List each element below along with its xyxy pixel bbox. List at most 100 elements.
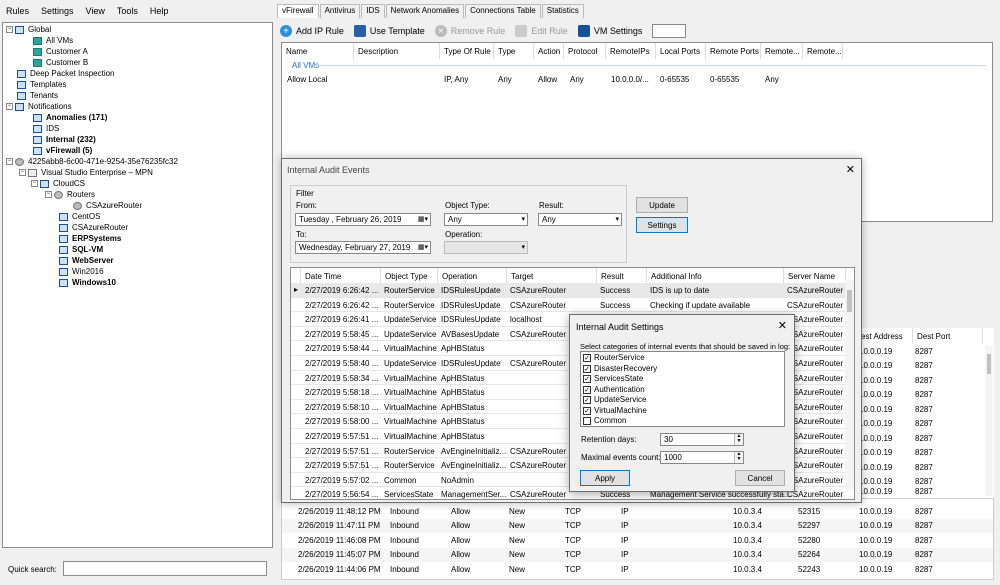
calendar-icon[interactable]: ▦▾ (418, 243, 428, 251)
object-type-select[interactable]: Any ▾ (444, 213, 528, 226)
checkbox[interactable]: ✓ (583, 406, 591, 415)
result-select[interactable]: Any ▾ (538, 213, 622, 226)
update-button[interactable]: Update (636, 197, 688, 213)
operation-select[interactable]: ▾ (444, 241, 528, 254)
scrollbar-thumb[interactable] (987, 354, 991, 374)
tab-ids[interactable]: IDS (361, 4, 385, 18)
table-row[interactable]: 2/27/2019 6:26:42 ... RouterService IDSRul… (291, 298, 846, 313)
table-row[interactable]: Allow Local IP, Any Any Allow Any 10.0.0… (282, 72, 992, 87)
tree-item-routers[interactable]: − Routers (45, 189, 95, 200)
from-date-picker[interactable]: Tuesday , February 26, 2019 ▦▾ (295, 213, 431, 226)
column-header[interactable]: Remote Ports (706, 43, 761, 59)
checkbox[interactable]: ✓ (583, 375, 591, 383)
table-row[interactable]: 2/26/2019 11:47:11 PM Inbound Allow New TCP I… (282, 518, 993, 533)
tree-item-vm[interactable]: Windows10 (59, 277, 116, 288)
cancel-button[interactable]: Cancel (735, 470, 785, 486)
tree-item-vm[interactable]: ERPSystems (59, 233, 121, 244)
menu-rules[interactable]: Rules (0, 6, 35, 16)
table-row[interactable]: 10.0.0.19 8287 (857, 388, 994, 403)
table-row[interactable]: 2/26/2019 11:48:12 PM Inbound Allow New TCP I… (282, 504, 993, 519)
tab-vfirewall[interactable]: vFirewall (277, 4, 319, 18)
column-header[interactable]: Type (494, 43, 534, 59)
tree-item-customer-a[interactable]: Customer A (33, 46, 88, 57)
collapse-icon[interactable]: − (6, 26, 13, 33)
tree-item-customer-b[interactable]: Customer B (33, 57, 88, 68)
apply-button[interactable]: Apply (580, 470, 630, 486)
tree-item-vm[interactable]: SQL-VM (59, 244, 103, 255)
tree-item-dpi[interactable]: Deep Packet Inspection (17, 68, 115, 79)
calendar-icon[interactable]: ▦▾ (418, 215, 428, 223)
tree-item-anomalies[interactable]: Anomalies (171) (33, 112, 107, 123)
table-row[interactable]: 10.0.0.19 8287 (857, 446, 994, 461)
table-row[interactable]: 10.0.0.19 8287 (857, 373, 994, 388)
tree-item-vm[interactable]: CentOS (59, 211, 100, 222)
tree-item-subscription[interactable]: − Visual Studio Enterprise – MPN (19, 167, 153, 178)
tree-item-vm[interactable]: CSAzureRouter (59, 222, 128, 233)
table-row[interactable]: 2/26/2019 11:46:08 PM Inbound Allow New TCP I… (282, 533, 993, 548)
toolbar-input[interactable] (652, 24, 687, 38)
table-row[interactable]: 10.0.0.19 8287 (857, 484, 994, 499)
menu-view[interactable]: View (80, 6, 111, 16)
table-row[interactable]: 10.0.0.19 8287 (857, 402, 994, 417)
column-header[interactable]: Action (534, 43, 564, 59)
tree-item-vfirewall[interactable]: vFirewall (5) (33, 145, 92, 156)
tab-connections-table[interactable]: Connections Table (465, 4, 541, 18)
table-row[interactable]: 10.0.0.19 8287 (857, 460, 994, 475)
tab-network-anomalies[interactable]: Network Anomalies (385, 4, 465, 18)
scrollbar[interactable] (845, 280, 854, 490)
table-row[interactable]: 10.0.0.19 8287 (857, 344, 994, 359)
tree-item-router[interactable]: CSAzureRouter (73, 200, 142, 211)
quick-search-input[interactable] (63, 561, 267, 576)
scrollbar-thumb[interactable] (847, 290, 852, 312)
menu-settings[interactable]: Settings (35, 6, 80, 16)
checkbox[interactable]: ✓ (583, 385, 591, 394)
settings-button[interactable]: Settings (636, 217, 688, 233)
column-header[interactable]: Date Time (301, 268, 381, 284)
scrollbar[interactable] (985, 346, 993, 496)
menu-tools[interactable]: Tools (111, 6, 144, 16)
checkbox[interactable]: ✓ (583, 364, 591, 373)
collapse-icon[interactable]: − (6, 103, 13, 110)
column-header[interactable]: Operation (438, 268, 507, 284)
menu-help[interactable]: Help (144, 6, 175, 16)
column-header[interactable]: Description (354, 43, 440, 59)
table-row[interactable]: 2/26/2019 11:45:07 PM Inbound Allow New TCP I… (282, 547, 993, 562)
column-header[interactable]: RemoteIPs (606, 43, 656, 59)
stepper-arrows-icon[interactable]: ▲ ▼ (734, 434, 743, 445)
column-header[interactable]: Remote... (761, 43, 803, 59)
table-row[interactable]: 10.0.0.19 8287 (857, 431, 994, 446)
table-row[interactable]: 10.0.0.19 8287 (857, 417, 994, 432)
tab-antivirus[interactable]: Antivirus (319, 4, 361, 18)
tree-item-ids[interactable]: IDS (33, 123, 59, 134)
column-header[interactable]: Object Type (381, 268, 438, 284)
collapse-icon[interactable]: − (19, 169, 26, 176)
collapse-icon[interactable]: − (6, 158, 13, 165)
close-icon[interactable]: ✕ (846, 163, 855, 176)
tree-item-templates[interactable]: Templates (17, 79, 66, 90)
column-header[interactable]: Remote... (803, 43, 843, 59)
checkbox[interactable]: ✓ (583, 354, 591, 362)
tree-item-vm[interactable]: WebServer (59, 255, 114, 266)
tree-item-notifications[interactable]: − Notifications (6, 101, 72, 112)
edit-rule-button[interactable]: Edit Rule (515, 25, 568, 37)
close-icon[interactable]: ✕ (778, 319, 787, 332)
stepper-arrows-icon[interactable]: ▲ ▼ (734, 452, 743, 463)
tree-item-internal[interactable]: Internal (232) (33, 134, 96, 145)
to-date-picker[interactable]: Wednesday, February 27, 2019 ▦▾ (295, 241, 431, 254)
tab-statistics[interactable]: Statistics (541, 4, 584, 18)
tree-item-tenants[interactable]: Tenants (17, 90, 58, 101)
remove-rule-button[interactable]: × Remove Rule (434, 25, 505, 37)
column-header[interactable]: Protocol (564, 43, 606, 59)
table-row[interactable]: 10.0.0.19 8287 (857, 359, 994, 374)
tree-item-global[interactable]: − Global (6, 24, 51, 35)
collapse-icon[interactable]: − (31, 180, 38, 187)
column-header[interactable]: Target (507, 268, 597, 284)
checkbox[interactable]: ✓ (583, 396, 591, 404)
collapse-icon[interactable]: − (45, 191, 52, 198)
tree-item-vm[interactable]: Win2016 (59, 266, 104, 277)
column-header[interactable]: Dest Port (913, 328, 983, 344)
table-row[interactable]: ▸ 2/27/2019 6:26:42 ... RouterService IDSRu… (291, 283, 846, 298)
column-header[interactable]: est Address (857, 328, 913, 344)
add-ip-rule-button[interactable]: + Add IP Rule (280, 25, 344, 37)
tree-item-cloudcs[interactable]: − CloudCS (31, 178, 85, 189)
